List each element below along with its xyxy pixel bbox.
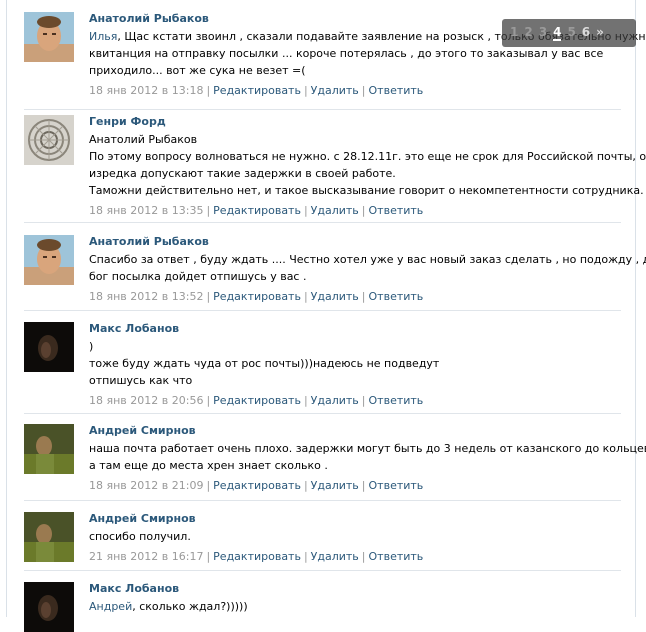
comment-meta: 21 янв 2012 в 16:17 | Редактировать | Удалит… [89, 550, 424, 563]
reply-link[interactable]: Ответить [369, 550, 424, 563]
comment-author-link[interactable]: Макс Лобанов [89, 582, 621, 596]
comment-date: 18 янв 2012 в 13:52 [89, 290, 204, 303]
page-link-6[interactable]: 6 [582, 25, 590, 39]
delete-link[interactable]: Удалить [311, 394, 359, 407]
comment-author-link[interactable]: Андрей Смирнов [89, 512, 621, 526]
reply-to-link[interactable]: Андрей [89, 600, 132, 613]
page-link-5[interactable]: 5 [567, 25, 575, 39]
avatar[interactable] [24, 512, 74, 562]
comment-item: Макс Лобанов Андрей, сколько ждал?))))) [24, 582, 621, 632]
edit-link[interactable]: Редактировать [213, 479, 301, 492]
comment-text-line: квитанция на отправку посылки ... короче… [89, 47, 604, 60]
comment-item: Андрей Смирнов наша почта работает очень… [24, 424, 646, 501]
reply-link[interactable]: Ответить [369, 394, 424, 407]
reply-link[interactable]: Ответить [369, 84, 424, 97]
comment-meta: 18 янв 2012 в 13:18 | Редактировать | Удалит… [89, 84, 424, 97]
reply-link[interactable]: Ответить [369, 290, 424, 303]
edit-link[interactable]: Редактировать [213, 290, 301, 303]
comment-author-link[interactable]: Андрей Смирнов [89, 424, 621, 438]
comment-text-line: наша почта работает очень плохо. задержк… [89, 442, 646, 455]
comment-item: Макс Лобанов ) тоже буду ждать чуда от р… [24, 322, 621, 414]
comment-date: 21 янв 2012 в 16:17 [89, 550, 204, 563]
comment-text-line: Спасибо за ответ , буду ждать .... Честн… [89, 253, 646, 266]
avatar[interactable] [24, 115, 74, 165]
comment-text-line: Андрей, сколько ждал?))))) [89, 600, 248, 613]
comment-item: Андрей Смирнов спосибо получил. 21 янв 2… [24, 512, 621, 571]
comment-text-line: ) [89, 340, 94, 353]
page-link-1[interactable]: 1 [510, 25, 518, 39]
comment-text-line: бог посылка дойдет отпишусь у вас . [89, 270, 307, 283]
comment-meta: 18 янв 2012 в 13:52 | Редактировать | Удалит… [89, 290, 424, 303]
page-link-3[interactable]: 3 [539, 25, 547, 39]
comment-text-line: Анатолий Рыбаков [89, 133, 198, 146]
edit-link[interactable]: Редактировать [213, 204, 301, 217]
comment-author-link[interactable]: Анатолий Рыбаков [89, 235, 621, 249]
comment-item: Генри Форд Анатолий Рыбаков По этому воп… [24, 115, 646, 223]
comment-text-line: Таможни действительно нет, и такое выска… [89, 184, 644, 197]
delete-link[interactable]: Удалить [311, 479, 359, 492]
delete-link[interactable]: Удалить [311, 84, 359, 97]
reply-link[interactable]: Ответить [369, 204, 424, 217]
comment-date: 18 янв 2012 в 13:35 [89, 204, 204, 217]
edit-link[interactable]: Редактировать [213, 84, 301, 97]
avatar[interactable] [24, 322, 74, 372]
avatar[interactable] [24, 424, 74, 474]
next-page-arrow-icon[interactable]: » [596, 25, 604, 39]
comment-text-line: приходило... вот же сука не везет =( [89, 64, 306, 77]
delete-link[interactable]: Удалить [311, 550, 359, 563]
comment-text-line: отпишусь как что [89, 374, 193, 387]
comment-meta: 18 янв 2012 в 20:56 | Редактировать | Удалит… [89, 394, 424, 407]
comment-item: Анатолий Рыбаков Спасибо за ответ , буду… [24, 235, 646, 311]
comment-date: 18 янв 2012 в 21:09 [89, 479, 204, 492]
delete-link[interactable]: Удалить [311, 204, 359, 217]
comment-text-line: По этому вопросу волноваться не нужно. с… [89, 150, 646, 163]
comment-author-link[interactable]: Макс Лобанов [89, 322, 621, 336]
avatar[interactable] [24, 12, 74, 62]
delete-link[interactable]: Удалить [311, 290, 359, 303]
comment-meta: 18 янв 2012 в 13:35 | Редактировать | Удалит… [89, 204, 424, 217]
comment-meta: 18 янв 2012 в 21:09 | Редактировать | Удалит… [89, 479, 424, 492]
edit-link[interactable]: Редактировать [213, 394, 301, 407]
avatar[interactable] [24, 235, 74, 285]
avatar[interactable] [24, 582, 74, 632]
comment-author-link[interactable]: Генри Форд [89, 115, 621, 129]
comment-text-line: спосибо получил. [89, 530, 191, 543]
comment-text-line: а там еще до места хрен знает сколько . [89, 459, 328, 472]
comment-date: 18 янв 2012 в 20:56 [89, 394, 204, 407]
comment-date: 18 янв 2012 в 13:18 [89, 84, 204, 97]
edit-link[interactable]: Редактировать [213, 550, 301, 563]
page-link-2[interactable]: 2 [524, 25, 532, 39]
pagination: 1 2 3 4 5 6 » [502, 19, 636, 47]
reply-link[interactable]: Ответить [369, 479, 424, 492]
reply-to-link[interactable]: Илья [89, 30, 117, 43]
comment-text-line: изредка допускают такие задержки в своей… [89, 167, 396, 180]
page-current-4: 4 [553, 25, 562, 41]
comment-text-line: тоже буду ждать чуда от рос почты)))наде… [89, 357, 440, 370]
